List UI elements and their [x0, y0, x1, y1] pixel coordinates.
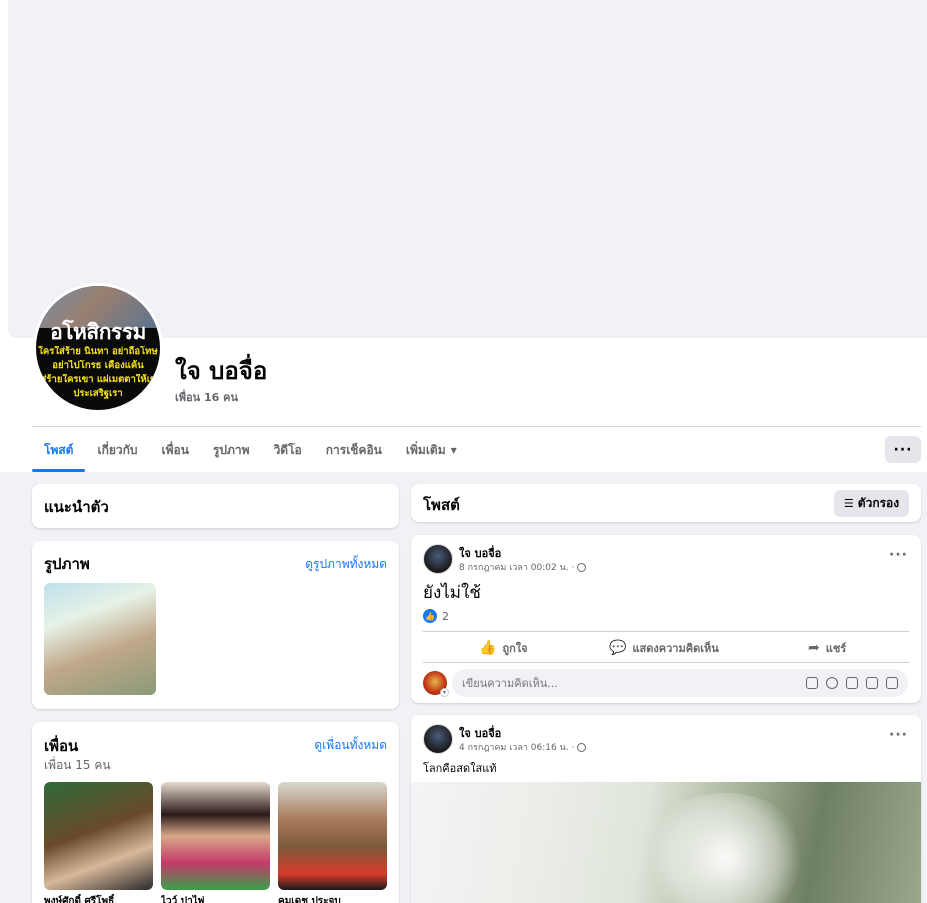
- avatar-line-4: ประเสริฐเรา: [73, 388, 123, 399]
- avatar-sticker-icon[interactable]: [806, 677, 818, 689]
- thumbs-up-icon: 👍: [479, 640, 497, 656]
- tab-photos[interactable]: รูปภาพ: [201, 428, 262, 472]
- tab-posts[interactable]: โพสต์: [32, 428, 86, 472]
- sticker-icon[interactable]: [886, 677, 898, 689]
- friend-name-3[interactable]: คมเดช ประจบ: [278, 894, 387, 903]
- profile-avatar[interactable]: อโหสิกรรม ใครใส่ร้าย นินทา อย่าถือโทษ อย…: [33, 283, 163, 413]
- share-label: แชร์: [825, 642, 847, 655]
- avatar-title-text: อโหสิกรรม: [50, 320, 146, 344]
- comment-input[interactable]: [462, 676, 806, 690]
- tab-videos[interactable]: วิดีโอ: [262, 428, 314, 472]
- share-button[interactable]: ➦ แชร์: [808, 635, 846, 661]
- tab-posts-label: โพสต์: [44, 442, 74, 457]
- posts-header-card: โพสต์ ☰ ตัวกรอง: [411, 484, 921, 522]
- like-reaction-icon: 👍: [423, 609, 437, 623]
- emoji-icon[interactable]: [826, 677, 838, 689]
- post-divider-top: [423, 631, 909, 632]
- post-timestamp[interactable]: 4 กรกฎาคม เวลา 06:16 น. ·: [459, 740, 587, 754]
- friend-name-2[interactable]: ไวว์ ปาไพ่: [161, 894, 270, 903]
- avatar-line-2: อย่าไปโกรธ เคืองแค้น: [52, 360, 144, 371]
- profile-name: ใจ บอจื่อ: [175, 357, 268, 385]
- tab-checkins-label: การเช็คอิน: [325, 442, 382, 457]
- tab-about[interactable]: เกี่ยวกับ: [85, 428, 149, 472]
- post-text: โลกคือสดใสแท้: [423, 762, 497, 775]
- post-card-1: ใจ บอจื่อ 8 กรกฎาคม เวลา 00:02 น. · ··· …: [411, 535, 921, 703]
- globe-icon: [577, 562, 587, 572]
- post-time-text: 8 กรกฎาคม เวลา 00:02 น. ·: [459, 563, 575, 573]
- reaction-count: 2: [442, 609, 449, 623]
- photos-title[interactable]: รูปภาพ: [44, 552, 90, 576]
- friend-photo-3[interactable]: [278, 782, 387, 890]
- tab-friends-label: เพื่อน: [161, 442, 189, 457]
- chevron-down-icon[interactable]: ▾: [440, 688, 449, 697]
- more-dots-label: ···: [893, 441, 913, 458]
- caret-down-icon: ▼: [450, 445, 457, 455]
- tab-friends[interactable]: เพื่อน: [150, 428, 201, 472]
- filter-button[interactable]: ☰ ตัวกรอง: [834, 490, 909, 517]
- gif-icon[interactable]: [866, 677, 878, 689]
- post-author-avatar[interactable]: [423, 544, 453, 574]
- see-all-photos-link[interactable]: ดูรูปภาพทั้งหมด: [305, 555, 387, 574]
- comment-tools: [806, 677, 898, 689]
- globe-icon: [577, 742, 587, 752]
- post-options-icon[interactable]: ···: [889, 547, 908, 563]
- like-button[interactable]: 👍 ถูกใจ: [479, 635, 528, 661]
- post-card-2: ใจ บอจื่อ 4 กรกฎาคม เวลา 06:16 น. · ··· …: [411, 715, 921, 903]
- like-label: ถูกใจ: [502, 642, 528, 655]
- post-author-avatar[interactable]: [423, 724, 453, 754]
- speech-bubble-icon: 💬: [609, 640, 627, 656]
- comment-box[interactable]: [452, 669, 908, 697]
- see-all-friends-link[interactable]: ดูเพื่อนทั้งหมด: [314, 736, 387, 755]
- post-time-text: 4 กรกฎาคม เวลา 06:16 น. ·: [459, 743, 575, 753]
- comment-button[interactable]: 💬 แสดงความคิดเห็น: [609, 635, 719, 661]
- friend-photo-1[interactable]: [44, 782, 153, 890]
- intro-card: แนะนำตัว: [32, 484, 399, 528]
- profile-more-button[interactable]: ···: [885, 436, 921, 463]
- avatar-line-3: ใส่ร้ายใครเขา แผ่เมตตาให้เขาเถิด: [36, 374, 160, 385]
- intro-title: แนะนำตัว: [44, 498, 109, 516]
- post-text: ยังไม่ใช้: [423, 583, 481, 603]
- tab-photos-label: รูปภาพ: [212, 442, 250, 457]
- share-arrow-icon: ➦: [808, 640, 820, 656]
- post-options-icon[interactable]: ···: [889, 727, 908, 743]
- friends-title[interactable]: เพื่อน: [44, 734, 78, 758]
- nav-divider: [32, 426, 921, 427]
- photo-thumbnail[interactable]: [44, 583, 156, 695]
- comment-label: แสดงความคิดเห็น: [632, 642, 719, 655]
- post-divider-bottom: [423, 662, 909, 663]
- post-timestamp[interactable]: 8 กรกฎาคม เวลา 00:02 น. ·: [459, 560, 587, 574]
- friends-card: เพื่อน ดูเพื่อนทั้งหมด เพื่อน 15 คน พงษ์…: [32, 722, 399, 903]
- posts-title: โพสต์: [423, 496, 460, 514]
- profile-friends-count[interactable]: เพื่อน 16 คน: [175, 388, 238, 406]
- reaction-summary[interactable]: 👍 2: [423, 609, 449, 623]
- tab-about-label: เกี่ยวกับ: [97, 442, 138, 457]
- photos-card: รูปภาพ ดูรูปภาพทั้งหมด: [32, 541, 399, 709]
- tab-videos-label: วิดีโอ: [273, 442, 302, 457]
- camera-icon[interactable]: [846, 677, 858, 689]
- friends-count: เพื่อน 15 คน: [44, 758, 111, 772]
- sliders-icon: ☰: [843, 497, 854, 510]
- filter-label: ตัวกรอง: [857, 496, 900, 510]
- friend-name-1[interactable]: พงษ์ศักดิ์ ศรีโพธิ์: [44, 894, 153, 903]
- friend-photo-2[interactable]: [161, 782, 270, 890]
- tab-more-label: เพิ่มเติม: [405, 442, 446, 457]
- tab-checkins[interactable]: การเช็คอิน: [314, 428, 394, 472]
- tab-more[interactable]: เพิ่มเติม ▼: [394, 428, 469, 472]
- avatar-line-1: ใครใส่ร้าย นินทา อย่าถือโทษ: [38, 346, 158, 357]
- profile-tabs: โพสต์ เกี่ยวกับ เพื่อน รูปภาพ วิดีโอ การ…: [32, 428, 469, 472]
